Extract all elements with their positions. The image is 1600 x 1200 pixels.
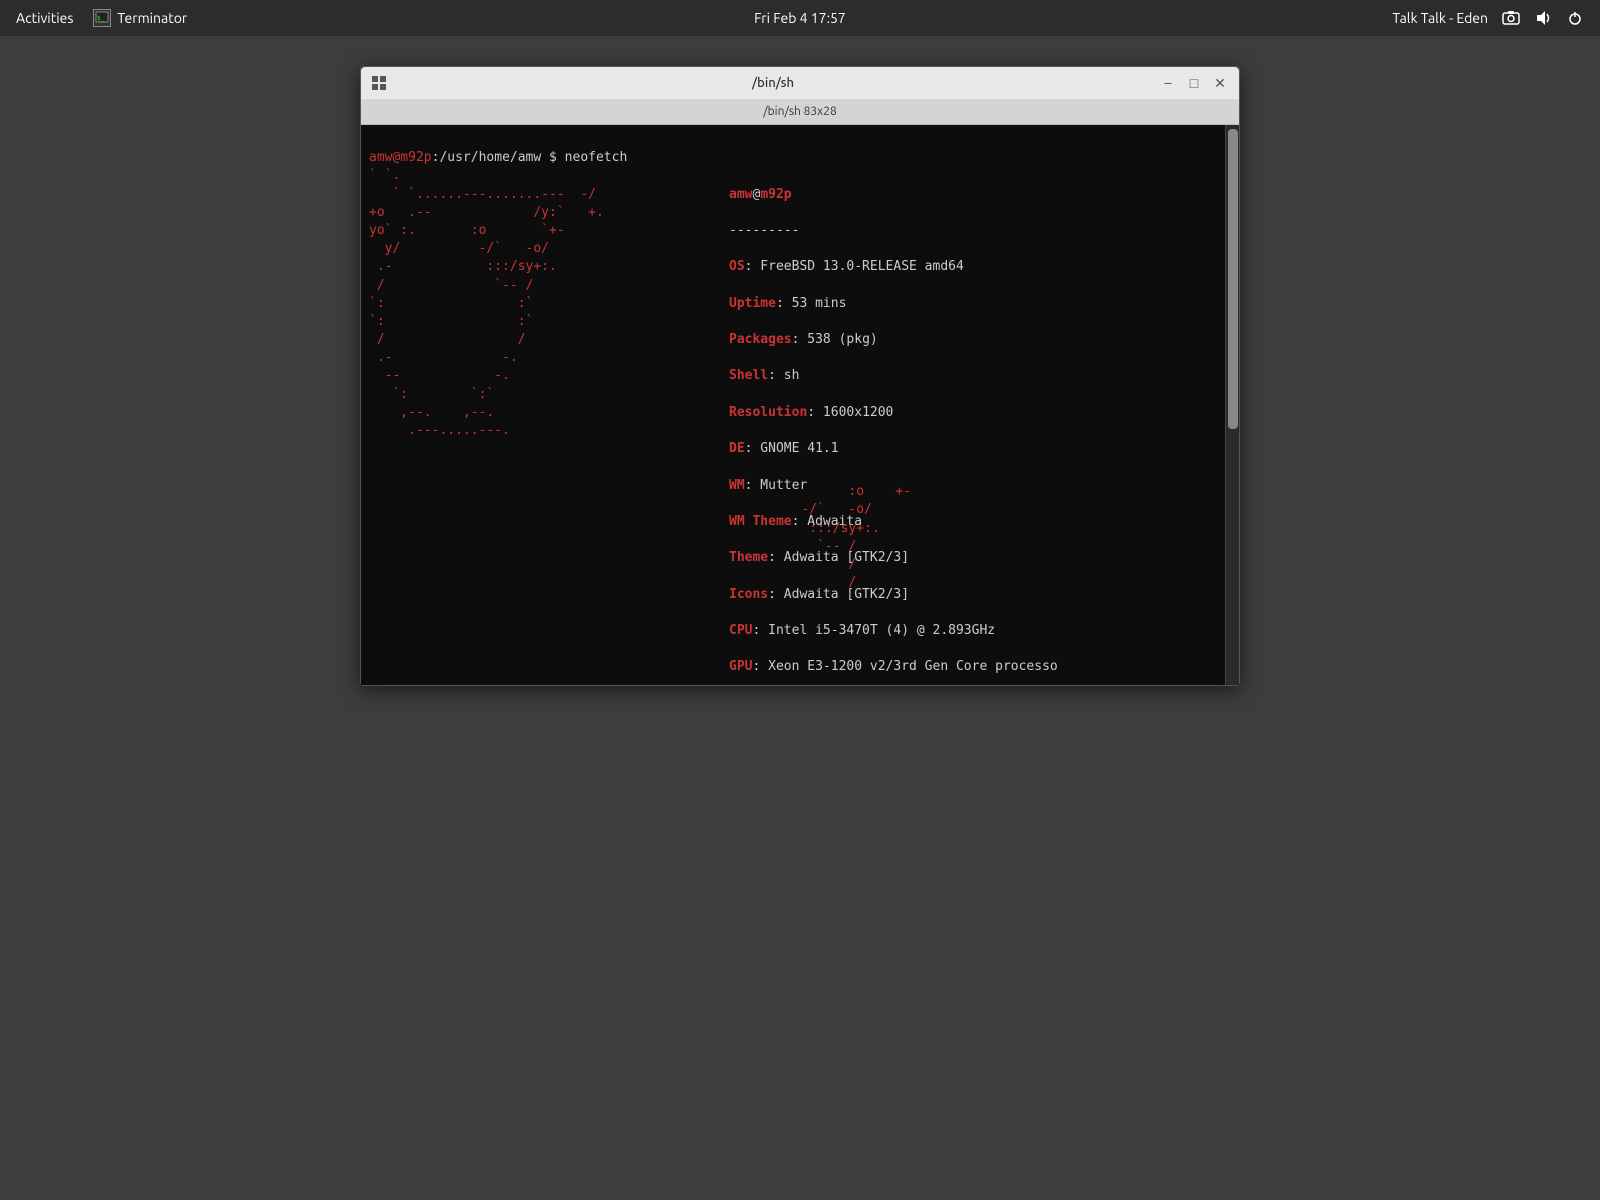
grid-icon[interactable] bbox=[369, 73, 389, 93]
power-icon[interactable] bbox=[1566, 9, 1584, 27]
neofetch-ascii-overflow: :o +- -/` -o/ :::/sy+:. `-- / / / bbox=[731, 465, 911, 611]
titlebar-left bbox=[369, 73, 389, 93]
scrollbar-thumb[interactable] bbox=[1228, 129, 1238, 429]
topbar: Activities $_ Terminator Fri Feb 4 17:57… bbox=[0, 0, 1600, 36]
terminator-icon: $_ bbox=[93, 9, 111, 27]
topbar-left: Activities $_ Terminator bbox=[16, 9, 187, 27]
activities-button[interactable]: Activities bbox=[16, 10, 73, 26]
desktop: /bin/sh − □ ✕ /bin/sh 83x28 amw@m92p:/us… bbox=[0, 36, 1600, 1200]
tab-label: /bin/sh 83x28 bbox=[763, 105, 837, 118]
neofetch-ascii: ` `. ` `......---.......--- -/ +o .-- /y… bbox=[369, 167, 729, 685]
camera-icon[interactable] bbox=[1502, 9, 1520, 27]
app-name-label: Terminator bbox=[117, 10, 187, 26]
topbar-right: Talk Talk - Eden bbox=[1392, 9, 1584, 27]
volume-icon[interactable] bbox=[1534, 9, 1552, 27]
maximize-button[interactable]: □ bbox=[1183, 72, 1205, 94]
minimize-button[interactable]: − bbox=[1157, 72, 1179, 94]
terminal-body[interactable]: amw@m92p:/usr/home/amw $ neofetch ` `. `… bbox=[361, 125, 1239, 685]
window-controls: − □ ✕ bbox=[1157, 72, 1231, 94]
app-indicator: $_ Terminator bbox=[93, 9, 187, 27]
window-titlebar: /bin/sh − □ ✕ bbox=[361, 67, 1239, 99]
terminal-window: /bin/sh − □ ✕ /bin/sh 83x28 amw@m92p:/us… bbox=[360, 66, 1240, 686]
svg-text:$_: $_ bbox=[97, 15, 105, 22]
window-title: /bin/sh bbox=[389, 76, 1157, 90]
scrollbar[interactable] bbox=[1225, 125, 1239, 685]
terminal-content[interactable]: amw@m92p:/usr/home/amw $ neofetch ` `. `… bbox=[361, 125, 1225, 685]
prompt-line-1: amw@m92p:/usr/home/amw $ neofetch bbox=[369, 150, 627, 165]
tab-bar[interactable]: /bin/sh 83x28 bbox=[361, 99, 1239, 125]
close-button[interactable]: ✕ bbox=[1209, 72, 1231, 94]
topbar-datetime: Fri Feb 4 17:57 bbox=[754, 10, 846, 26]
user-song-label: Talk Talk - Eden bbox=[1392, 10, 1488, 26]
